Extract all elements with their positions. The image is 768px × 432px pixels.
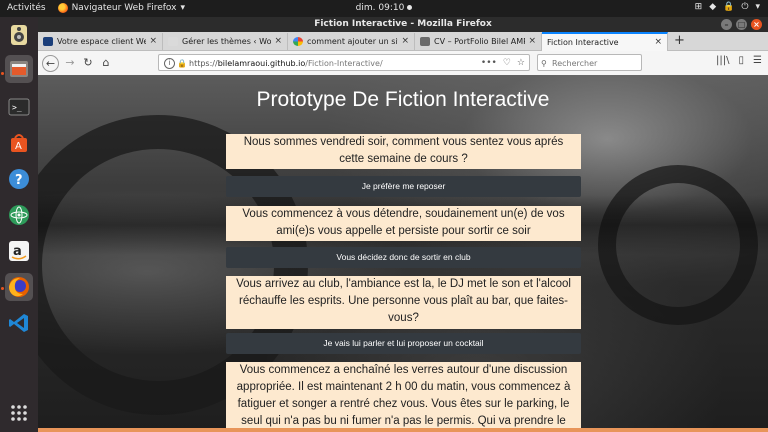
story-text: Vous commencez a enchaîné les verres aut… bbox=[226, 362, 581, 432]
library-icon[interactable]: |||\ bbox=[716, 55, 729, 66]
close-button[interactable]: × bbox=[751, 19, 762, 30]
page-actions-menu-icon[interactable]: ••• bbox=[481, 55, 497, 72]
power-icon: ⏻ bbox=[741, 2, 749, 12]
tab-close-icon[interactable]: × bbox=[401, 33, 409, 50]
google-icon bbox=[293, 37, 303, 46]
network-icon: ⊞ bbox=[694, 2, 703, 12]
favicon-icon bbox=[420, 37, 430, 46]
svg-text:>_: >_ bbox=[12, 103, 22, 112]
sidebar-icon[interactable]: ▯ bbox=[739, 55, 745, 66]
info-icon[interactable]: i bbox=[164, 58, 175, 69]
firefox-icon bbox=[9, 277, 29, 297]
window-title: Fiction Interactive - Mozilla Firefox bbox=[314, 19, 492, 29]
url-text: https://bilelamraoui.github.io/Fiction-I… bbox=[189, 55, 383, 72]
pocket-icon[interactable]: ♡ bbox=[503, 55, 511, 72]
search-placeholder: Rechercher bbox=[552, 59, 598, 68]
hamburger-menu-icon[interactable]: ☰ bbox=[753, 55, 762, 66]
dock-show-applications[interactable] bbox=[5, 399, 33, 427]
new-tab-button[interactable]: + bbox=[674, 32, 685, 49]
svg-text:A: A bbox=[15, 141, 22, 152]
maximize-button[interactable]: □ bbox=[736, 19, 747, 30]
toolbar-right: |||\ ▯ ☰ bbox=[716, 55, 762, 66]
page-bottom-strip bbox=[38, 428, 768, 432]
dock-amazon[interactable]: a bbox=[5, 237, 33, 265]
navigation-toolbar: ← → ↻ ⌂ i 🔒 https://bilelamraoui.github.… bbox=[38, 51, 768, 76]
terminal-icon: >_ bbox=[8, 98, 30, 116]
url-path: /Fiction-Interactive/ bbox=[305, 59, 383, 68]
url-scheme: https:// bbox=[189, 59, 218, 68]
window-controls: – □ × bbox=[721, 19, 762, 30]
app-grid-icon bbox=[11, 405, 27, 421]
tab-strip: Votre espace client Web × Gérer les thèm… bbox=[38, 32, 768, 51]
page-title: Prototype De Fiction Interactive bbox=[256, 88, 550, 111]
files-icon bbox=[10, 61, 28, 77]
dock-vscode[interactable] bbox=[5, 309, 33, 337]
url-host: bilelamraoui.github.io bbox=[217, 59, 306, 68]
choice-button[interactable]: Je préfère me reposer bbox=[226, 176, 581, 197]
system-tray[interactable]: ⊞ ◆ 🔒 ⏻ ▾ bbox=[695, 2, 760, 12]
choice-button[interactable]: Vous décidez donc de sortir en club bbox=[226, 247, 581, 268]
dock-software-center[interactable]: A bbox=[5, 129, 33, 157]
lock-icon: 🔒 bbox=[177, 59, 187, 68]
page-content: Prototype De Fiction Interactive Nous so… bbox=[38, 75, 768, 432]
svg-text:?: ? bbox=[15, 173, 23, 188]
tab-label: Gérer les thèmes ‹ WordPre bbox=[182, 37, 271, 46]
back-button[interactable]: ← bbox=[42, 55, 59, 72]
tab-label: Fiction Interactive bbox=[547, 38, 619, 47]
clock-label: dim. 09:10 bbox=[355, 3, 405, 13]
tab-close-icon[interactable]: × bbox=[654, 34, 662, 51]
favicon-icon bbox=[43, 37, 53, 46]
vscode-icon bbox=[9, 314, 28, 332]
forward-button[interactable]: → bbox=[62, 55, 78, 71]
dock: >_ A ? a bbox=[0, 17, 38, 432]
firefox-window: Fiction Interactive - Mozilla Firefox – … bbox=[38, 17, 768, 432]
favicon-icon bbox=[168, 37, 178, 46]
notification-dot bbox=[407, 5, 413, 10]
running-indicator bbox=[1, 287, 4, 290]
home-button[interactable]: ⌂ bbox=[98, 55, 114, 71]
tab-label: CV – PortFolio Bilel AMR bbox=[434, 37, 525, 46]
search-input[interactable]: ⚲ Rechercher bbox=[537, 54, 642, 71]
dock-firefox[interactable] bbox=[5, 273, 33, 301]
wifi-icon: ◆ bbox=[709, 2, 717, 12]
search-icon: ⚲ bbox=[541, 59, 547, 68]
amazon-icon: a bbox=[9, 241, 29, 261]
tab-close-icon[interactable]: × bbox=[149, 33, 157, 50]
help-icon: ? bbox=[9, 169, 29, 189]
minimize-button[interactable]: – bbox=[721, 19, 732, 30]
story-text: Vous commencez à vous détendre, soudaine… bbox=[226, 206, 581, 241]
story-text: Vous arrivez au club, l'ambiance est la,… bbox=[226, 276, 581, 329]
page-actions: ••• ♡ ☆ bbox=[481, 55, 525, 72]
tab-close-icon[interactable]: × bbox=[274, 33, 282, 50]
tab-wordpress-themes[interactable]: Gérer les thèmes ‹ WordPre × bbox=[163, 33, 288, 50]
system-top-bar: Activités Navigateur Web Firefox ▾ dim. … bbox=[0, 0, 768, 17]
tab-cv-portfolio[interactable]: CV – PortFolio Bilel AMR × bbox=[415, 33, 542, 50]
story-text: Nous sommes vendredi soir, comment vous … bbox=[226, 134, 581, 169]
dock-files[interactable] bbox=[5, 55, 33, 83]
reload-button[interactable]: ↻ bbox=[80, 55, 96, 71]
tab-label: comment ajouter un site bbox=[307, 37, 398, 46]
dock-help[interactable]: ? bbox=[5, 165, 33, 193]
bookmark-star-icon[interactable]: ☆ bbox=[517, 55, 525, 72]
window-titlebar[interactable]: Fiction Interactive - Mozilla Firefox – … bbox=[38, 17, 768, 32]
tray-menu-chevron-icon: ▾ bbox=[755, 2, 760, 12]
clock[interactable]: dim. 09:10 bbox=[0, 3, 768, 13]
tab-espace-client[interactable]: Votre espace client Web × bbox=[38, 33, 163, 50]
dock-atom[interactable] bbox=[5, 201, 33, 229]
running-indicator bbox=[1, 72, 4, 75]
tab-close-icon[interactable]: × bbox=[528, 33, 536, 50]
dock-rhythmbox[interactable] bbox=[5, 21, 33, 49]
volume-icon: 🔒 bbox=[723, 2, 735, 12]
shopping-bag-icon: A bbox=[11, 134, 27, 152]
choice-button[interactable]: Je vais lui parler et lui proposer un co… bbox=[226, 333, 581, 354]
atom-icon bbox=[9, 205, 29, 225]
url-bar[interactable]: i 🔒 https://bilelamraoui.github.io/Ficti… bbox=[158, 54, 530, 71]
tab-label: Votre espace client Web bbox=[57, 37, 146, 46]
svg-text:a: a bbox=[13, 244, 22, 259]
speaker-icon bbox=[11, 25, 27, 45]
tab-google-search[interactable]: comment ajouter un site × bbox=[288, 33, 415, 50]
dock-terminal[interactable]: >_ bbox=[5, 93, 33, 121]
tab-fiction-interactive[interactable]: Fiction Interactive × bbox=[542, 32, 668, 51]
